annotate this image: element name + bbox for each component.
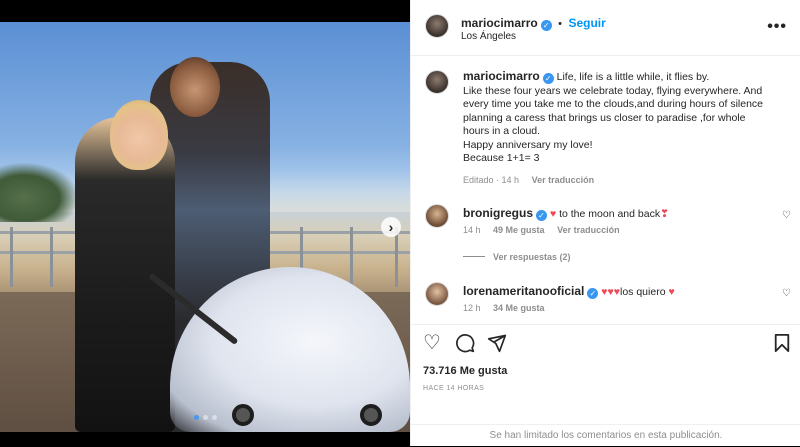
- more-options-icon[interactable]: •••: [767, 18, 787, 36]
- caption-edited-time: Editado · 14 h: [463, 174, 520, 185]
- comment-avatar[interactable]: [425, 204, 449, 228]
- heart-icon[interactable]: ♡: [423, 333, 441, 353]
- comment-likes[interactable]: 49 Me gusta: [493, 225, 545, 235]
- caption-line: Life, life is a little while, it flies b…: [556, 71, 710, 83]
- comment-body: bronigregus ✓ ♥ to the moon and back❣: [463, 206, 669, 221]
- post-photo[interactable]: [0, 22, 410, 432]
- caption-line: planning a caress that brings us closer …: [463, 111, 746, 124]
- post-location[interactable]: Los Ángeles: [461, 31, 516, 42]
- replies-dash: [463, 256, 485, 257]
- bookmark-icon[interactable]: [773, 333, 791, 357]
- carousel-next-button[interactable]: ›: [381, 217, 401, 237]
- photo-woman-head: [110, 100, 168, 170]
- caption-first-line: mariocimarro ✓ Life, life is a little whi…: [463, 69, 783, 85]
- caption-line: Like these four years we celebrate today…: [463, 84, 763, 97]
- carousel-dot-active: [193, 415, 199, 420]
- comment-likes[interactable]: 34 Me gusta: [493, 303, 545, 313]
- photo-man-head: [170, 57, 220, 117]
- caption-meta: Editado · 14 h Ver traducción: [463, 174, 783, 188]
- separator-dot: •: [558, 18, 563, 30]
- caption-username[interactable]: mariocimarro: [463, 69, 540, 83]
- caption-translate-link[interactable]: Ver traducción: [532, 175, 595, 185]
- comment-translate-link[interactable]: Ver traducción: [557, 225, 620, 235]
- share-icon[interactable]: [487, 333, 507, 357]
- view-replies-link[interactable]: Ver respuestas (2): [463, 252, 571, 262]
- comments-limited-notice: Se han limitado los comentarios en esta …: [411, 424, 800, 446]
- comment-icon[interactable]: [455, 333, 475, 357]
- author-avatar[interactable]: [425, 14, 449, 38]
- carousel-dot: [202, 415, 208, 420]
- post-actions: ♡ 73.716 Me gusta HACE 14 HORAS: [411, 324, 800, 424]
- comment-like-heart-icon[interactable]: ♡: [782, 210, 791, 221]
- post-time-ago: HACE 14 HORAS: [423, 385, 485, 392]
- comment-body: lorenameritanooficial ✓ ♥♥♥los quiero ♥: [463, 284, 675, 299]
- verified-badge-icon: ✓: [542, 73, 554, 84]
- caption-author-avatar[interactable]: [425, 70, 449, 94]
- verified-badge-icon: ✓: [587, 288, 599, 299]
- post-header: mariocimarro ✓ • Seguir Los Ángeles •••: [411, 0, 800, 56]
- post-side-panel: mariocimarro ✓ • Seguir Los Ángeles ••• m…: [410, 0, 800, 446]
- instagram-post-modal: › mariocimarro ✓ • Seguir Los Ángeles •••: [0, 0, 800, 446]
- carousel-indicator: [0, 415, 410, 420]
- comment-time: 14 h: [463, 225, 481, 235]
- comment-like-heart-icon[interactable]: ♡: [782, 288, 791, 299]
- likes-count[interactable]: 73.716 Me gusta: [423, 365, 507, 377]
- caption: mariocimarro ✓ Life, life is a little whi…: [463, 69, 783, 188]
- follow-button[interactable]: Seguir: [568, 16, 605, 30]
- red-hearts-icon: ♥♥♥: [601, 286, 620, 298]
- chevron-right-icon: ›: [388, 219, 394, 235]
- caption-line: Happy anniversary my love!: [463, 138, 593, 151]
- caption-line: every time you take me to the clouds,and…: [463, 98, 763, 110]
- view-replies-label: Ver respuestas (2): [493, 252, 571, 262]
- red-heart-icon: ♥: [668, 286, 675, 298]
- comment-text: to the moon and back: [559, 208, 661, 220]
- comment-meta: 14 h 49 Me gusta Ver traducción: [463, 225, 620, 235]
- comment-avatar[interactable]: [425, 282, 449, 306]
- comment-username[interactable]: bronigregus: [463, 206, 533, 220]
- comment-meta: 12 h 34 Me gusta: [463, 303, 545, 313]
- author-username[interactable]: mariocimarro: [461, 16, 538, 30]
- comments-section: mariocimarro ✓ Life, life is a little whi…: [411, 56, 800, 324]
- verified-badge-icon: ✓: [536, 210, 548, 221]
- carousel-dot: [211, 415, 217, 420]
- caption-line: hours in a cloud.: [463, 125, 541, 137]
- post-media: ›: [0, 0, 410, 446]
- red-heart-icon: ♥: [549, 208, 557, 220]
- photo-trees: [0, 162, 80, 222]
- broken-heart-icon: ❣: [660, 208, 669, 220]
- comment-time: 12 h: [463, 303, 481, 313]
- author-row: mariocimarro ✓ • Seguir: [461, 14, 606, 32]
- verified-badge-icon: ✓: [540, 20, 552, 31]
- caption-line: Because 1+1= 3: [463, 152, 540, 164]
- comment-username[interactable]: lorenameritanooficial: [463, 284, 584, 298]
- comment-text: los quiero: [620, 286, 666, 298]
